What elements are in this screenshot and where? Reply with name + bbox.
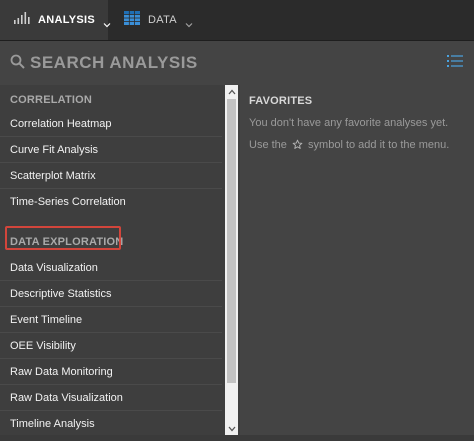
favorites-panel: FAVORITES You don't have any favorite an… (240, 85, 474, 435)
favorites-empty-message: You don't have any favorite analyses yet… (249, 117, 449, 129)
chevron-down-icon (103, 16, 111, 28)
analysis-menu-panel: CORRELATION Correlation Heatmap Curve Fi… (0, 85, 240, 435)
tab-analysis[interactable]: ANALYSIS (0, 0, 111, 40)
analysis-list: CORRELATION Correlation Heatmap Curve Fi… (0, 85, 222, 437)
menu-item-raw-data-monitoring[interactable]: Raw Data Monitoring (0, 359, 222, 385)
search-input[interactable] (30, 51, 410, 75)
favorites-hint-before: Use the (249, 139, 287, 151)
menu-scrollbar[interactable] (225, 85, 238, 435)
category-header-correlation: CORRELATION (10, 94, 93, 106)
tab-analysis-label: ANALYSIS (38, 14, 96, 26)
menu-item-time-series-correlation[interactable]: Time-Series Correlation (0, 189, 222, 215)
scroll-down-icon[interactable] (225, 422, 238, 435)
list-view-icon[interactable] (447, 54, 463, 73)
favorites-title: FAVORITES (249, 95, 313, 107)
scroll-up-icon[interactable] (225, 85, 238, 98)
favorites-hint-after: symbol to add it to the menu. (308, 139, 450, 151)
scrollbar-thumb[interactable] (227, 99, 236, 383)
chevron-down-icon (185, 16, 193, 28)
menu-item-correlation-heatmap[interactable]: Correlation Heatmap (0, 111, 222, 137)
tab-data[interactable]: DATA (122, 0, 193, 40)
favorites-hint: Use the symbol to add it to the menu. (249, 139, 449, 153)
tab-data-label: DATA (148, 14, 177, 26)
table-grid-icon (124, 10, 140, 30)
bottom-strip (0, 435, 474, 441)
menu-item-raw-data-visualization[interactable]: Raw Data Visualization (0, 385, 222, 411)
search-icon (10, 54, 25, 74)
menu-item-scatterplot-matrix[interactable]: Scatterplot Matrix (0, 163, 222, 189)
menu-item-descriptive-statistics[interactable]: Descriptive Statistics (0, 281, 222, 307)
category-header-data-exploration: DATA EXPLORATION (10, 236, 124, 248)
menu-item-data-visualization[interactable]: Data Visualization (0, 255, 222, 281)
star-icon (292, 139, 303, 153)
menu-item-curve-fit-analysis[interactable]: Curve Fit Analysis (0, 137, 222, 163)
menu-item-timeline-analysis[interactable]: Timeline Analysis (0, 411, 222, 437)
top-navigation-bar: ANALYSIS DATA (0, 0, 474, 41)
menu-item-event-timeline[interactable]: Event Timeline (0, 307, 222, 333)
menu-item-oee-visibility[interactable]: OEE Visibility (0, 333, 222, 359)
search-bar (0, 41, 474, 85)
bar-chart-icon (14, 11, 30, 29)
